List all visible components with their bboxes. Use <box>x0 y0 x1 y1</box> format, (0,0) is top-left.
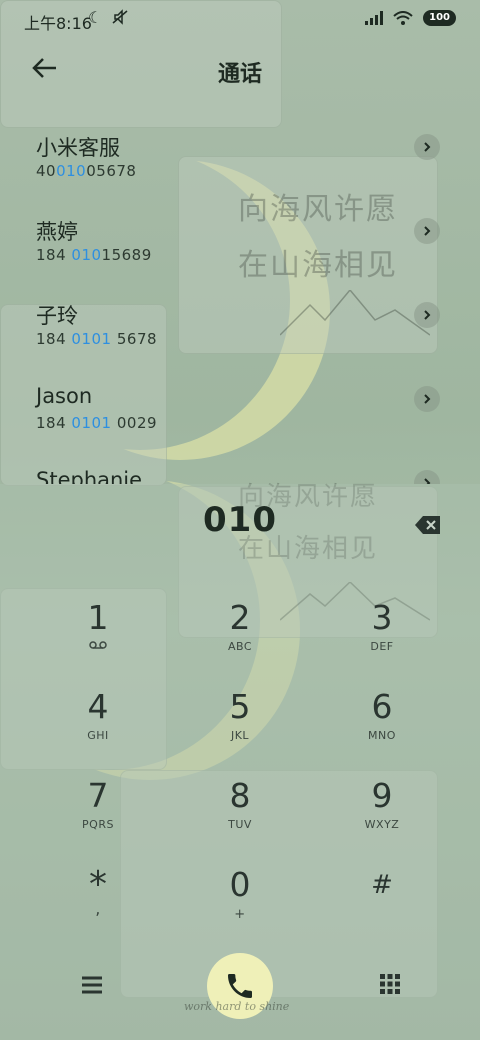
contact-item[interactable]: 燕婷 184 01015689 <box>0 204 480 288</box>
contact-name: 小米客服 <box>36 136 120 160</box>
phone-icon <box>228 974 252 998</box>
status-time: 上午8:16 <box>24 14 92 33</box>
key-digit: 5 <box>229 687 251 726</box>
header: 通话 <box>0 40 480 100</box>
contact-suggestion-list[interactable]: 小米客服 4001005678 燕婷 184 01015689 子玲 184 0… <box>0 120 480 484</box>
battery-indicator: 100 <box>423 10 456 26</box>
contact-number: 4001005678 <box>36 162 137 180</box>
key-3[interactable]: 3 DEF <box>322 598 442 678</box>
status-bar: 上午8:16 ☾ 100 <box>0 0 480 40</box>
key-6[interactable]: 6 MNO <box>322 687 442 767</box>
detail-button[interactable] <box>414 302 440 328</box>
contact-item[interactable]: 小米客服 4001005678 <box>0 120 480 204</box>
key-8[interactable]: 8 TUV <box>180 776 300 856</box>
key-1[interactable]: 1 <box>38 598 158 678</box>
contact-name: 燕婷 <box>36 220 78 244</box>
key-4[interactable]: 4 GHI <box>38 687 158 767</box>
detail-button[interactable] <box>414 386 440 412</box>
contact-name: 子玲 <box>36 304 78 328</box>
chevron-right-icon <box>424 478 431 484</box>
key-digit: 4 <box>87 687 109 726</box>
contact-item[interactable]: Stephanie <box>0 456 480 484</box>
chevron-right-icon <box>424 310 431 320</box>
key-letters: WXYZ <box>364 818 400 831</box>
key-hash[interactable]: # <box>322 865 442 945</box>
key-digit: 7 <box>87 776 109 815</box>
signal-icon <box>365 11 384 25</box>
backspace-icon[interactable] <box>414 514 442 536</box>
key-letters: MNO <box>368 729 396 742</box>
key-letters: + <box>234 907 246 922</box>
key-letters: ABC <box>227 640 253 653</box>
dialed-number-display: 010 <box>203 500 277 540</box>
detail-button[interactable] <box>414 134 440 160</box>
key-digit: 8 <box>229 776 251 815</box>
key-9[interactable]: 9 WXYZ <box>322 776 442 856</box>
moon-icon: ☾ <box>88 8 103 27</box>
detail-button[interactable] <box>414 470 440 484</box>
key-digit: # <box>371 870 393 900</box>
chevron-right-icon <box>424 226 431 236</box>
contact-name: Jason <box>36 384 93 408</box>
page-title: 通话 <box>217 62 262 87</box>
key-letters: JKL <box>230 729 250 742</box>
key-0[interactable]: 0 + <box>180 865 300 945</box>
key-5[interactable]: 5 JKL <box>180 687 300 767</box>
chevron-right-icon <box>424 142 431 152</box>
key-digit: 2 <box>229 598 251 637</box>
contact-name: Stephanie <box>36 468 143 484</box>
detail-button[interactable] <box>414 218 440 244</box>
wifi-icon <box>393 11 413 25</box>
key-letters: , <box>95 899 101 918</box>
status-icons-left: ☾ <box>88 8 129 27</box>
key-digit: 3 <box>371 598 393 637</box>
contact-number: 184 01015689 <box>36 246 152 264</box>
key-letters: PQRS <box>82 818 114 831</box>
contact-number: 184 0101 5678 <box>36 330 158 348</box>
key-7[interactable]: 7 PQRS <box>38 776 158 856</box>
chevron-right-icon <box>424 394 431 404</box>
menu-icon[interactable] <box>78 972 106 998</box>
key-2[interactable]: 2 ABC <box>180 598 300 678</box>
key-letters: TUV <box>228 818 252 831</box>
voicemail-icon <box>38 640 158 654</box>
key-star[interactable]: * , <box>38 865 158 945</box>
wallpaper-signature: work hard to shine <box>184 1000 290 1013</box>
key-digit: 0 <box>229 865 251 904</box>
key-digit: 6 <box>371 687 393 726</box>
key-digit: 9 <box>371 776 393 815</box>
contact-number: 184 0101 0029 <box>36 414 158 432</box>
key-letters <box>322 907 442 921</box>
mute-icon <box>112 9 128 25</box>
key-letters: DEF <box>370 640 394 653</box>
contact-item[interactable]: 子玲 184 0101 5678 <box>0 288 480 372</box>
key-digit: 1 <box>87 598 109 637</box>
contact-item[interactable]: Jason 184 0101 0029 <box>0 372 480 456</box>
key-letters: GHI <box>87 729 109 742</box>
keypad-icon[interactable] <box>378 972 402 996</box>
